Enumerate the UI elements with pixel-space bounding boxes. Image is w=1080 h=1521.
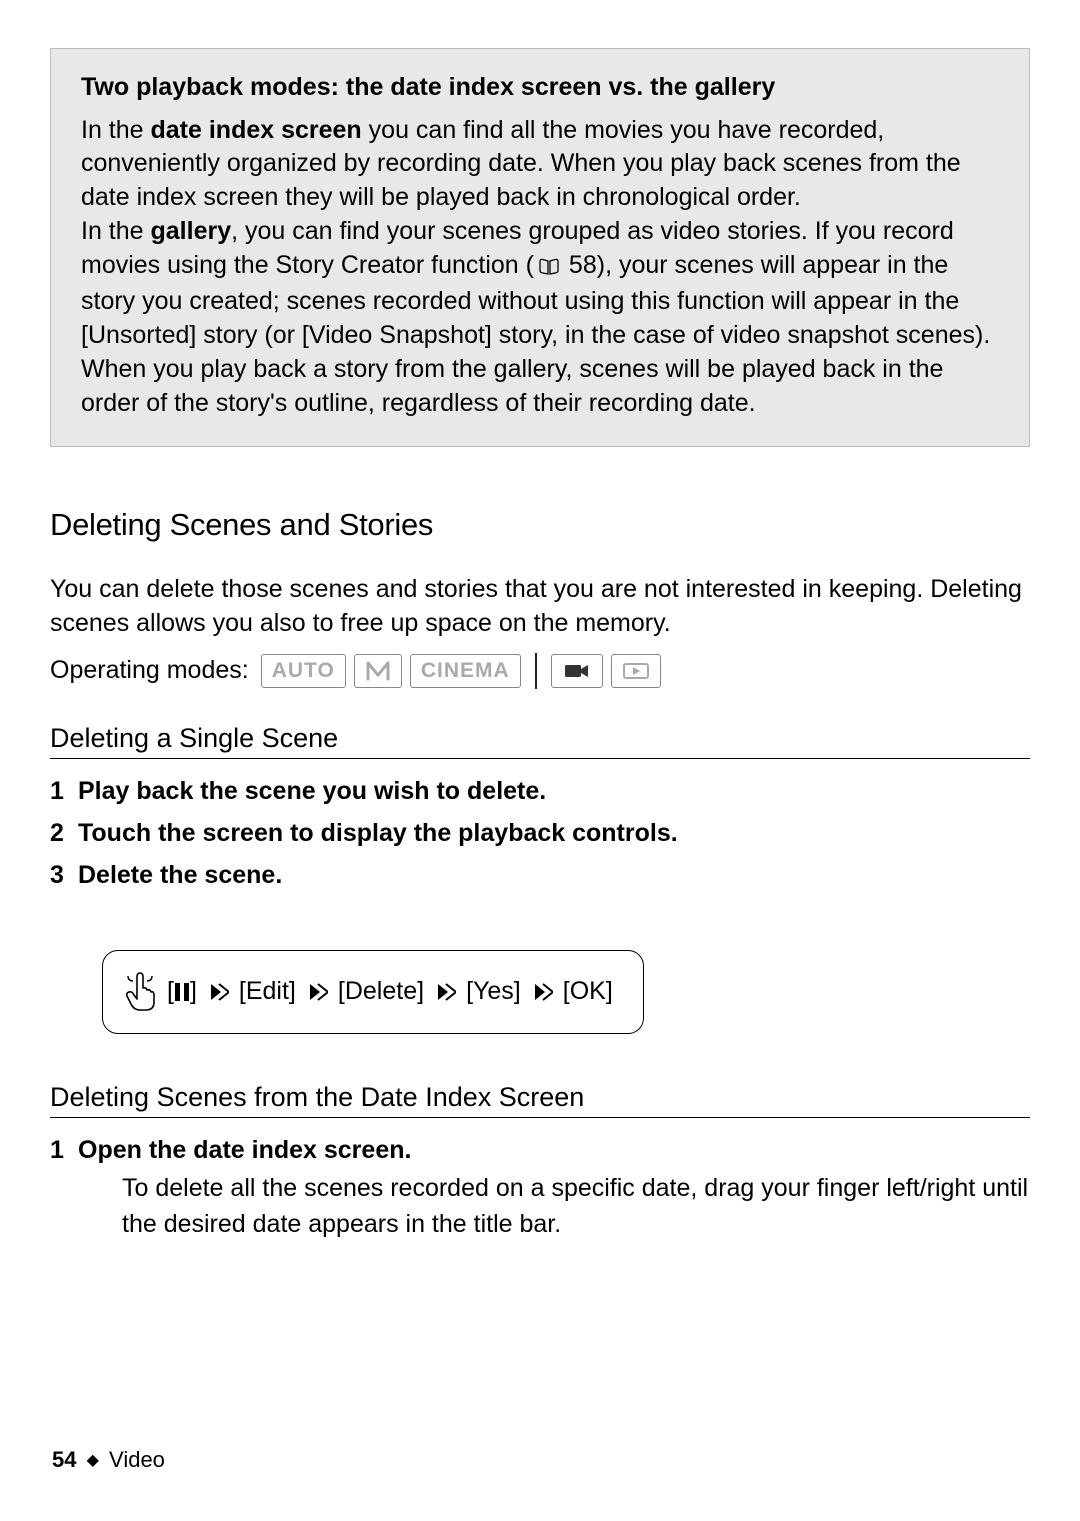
callout-body: In the date index screen you can find al… (81, 114, 999, 421)
sub2-steps: 1Open the date index screen. To delete a… (50, 1132, 1030, 1243)
touch-sequence: [ ] [Edit] [Delete] [Yes] [OK] (102, 950, 644, 1034)
callout-p2a: In the (81, 217, 151, 245)
diamond-icon: ◆ (87, 1452, 99, 1469)
step-number: 1 (50, 773, 78, 809)
step-title: Open the date index screen. (78, 1136, 411, 1164)
sub1-rule (50, 758, 1030, 759)
manual-ref-icon (538, 252, 560, 286)
callout-title: Two playback modes: the date index scree… (81, 71, 999, 104)
chevron-icon (207, 981, 229, 1003)
sub2-rule (50, 1117, 1030, 1118)
seq-yes: [Yes] (466, 977, 521, 1006)
mode-manual (354, 654, 402, 688)
mode-cinema: CINEMA (410, 654, 521, 688)
mode-playback-icon (611, 654, 661, 688)
mode-record-icon (551, 654, 603, 688)
list-item: 3Delete the scene. (50, 857, 1030, 893)
subsection-single-scene: Deleting a Single Scene 1Play back the s… (50, 723, 1030, 894)
mode-separator (535, 653, 537, 689)
subsection-date-index: Deleting Scenes from the Date Index Scre… (50, 1082, 1030, 1243)
seq-delete: [Delete] (338, 977, 424, 1006)
list-item: 1Open the date index screen. To delete a… (50, 1132, 1030, 1243)
step-title: Play back the scene you wish to delete. (78, 777, 546, 805)
callout-term-2: gallery (151, 217, 232, 245)
callout-term-1: date index screen (151, 116, 362, 144)
seq-edit: [Edit] (239, 977, 296, 1006)
page-footer: 54 ◆ Video (52, 1447, 165, 1473)
bracket-open: [ (167, 977, 174, 1005)
list-item: 2Touch the screen to display the playbac… (50, 815, 1030, 851)
step-number: 3 (50, 857, 78, 893)
chevron-icon (306, 981, 328, 1003)
mode-auto: AUTO (261, 654, 346, 688)
seq-pause: [ ] (167, 977, 197, 1006)
chevron-icon (434, 981, 456, 1003)
touch-icon (123, 971, 157, 1013)
operating-modes-label: Operating modes: (50, 656, 249, 685)
sub2-title: Deleting Scenes from the Date Index Scre… (50, 1082, 1030, 1113)
step-number: 2 (50, 815, 78, 851)
sub1-title: Deleting a Single Scene (50, 723, 1030, 754)
seq-ok: [OK] (563, 977, 613, 1006)
section-heading: Deleting Scenes and Stories (50, 507, 1030, 543)
callout-box: Two playback modes: the date index scree… (50, 48, 1030, 447)
step-number: 1 (50, 1132, 78, 1168)
section-intro: You can delete those scenes and stories … (50, 573, 1030, 641)
list-item: 1Play back the scene you wish to delete. (50, 773, 1030, 809)
step-title: Touch the screen to display the playback… (78, 819, 678, 847)
callout-xref: 58 (562, 251, 597, 279)
step-title: Delete the scene. (78, 861, 282, 889)
operating-modes-row: Operating modes: AUTO CINEMA (50, 653, 1030, 689)
callout-p1a: In the (81, 116, 151, 144)
footer-section: Video (109, 1447, 165, 1472)
step-body: To delete all the scenes recorded on a s… (86, 1170, 1030, 1243)
bracket-close: ] (190, 977, 197, 1005)
chevron-icon (531, 981, 553, 1003)
sub1-steps: 1Play back the scene you wish to delete.… (50, 773, 1030, 894)
page-number: 54 (52, 1447, 76, 1472)
